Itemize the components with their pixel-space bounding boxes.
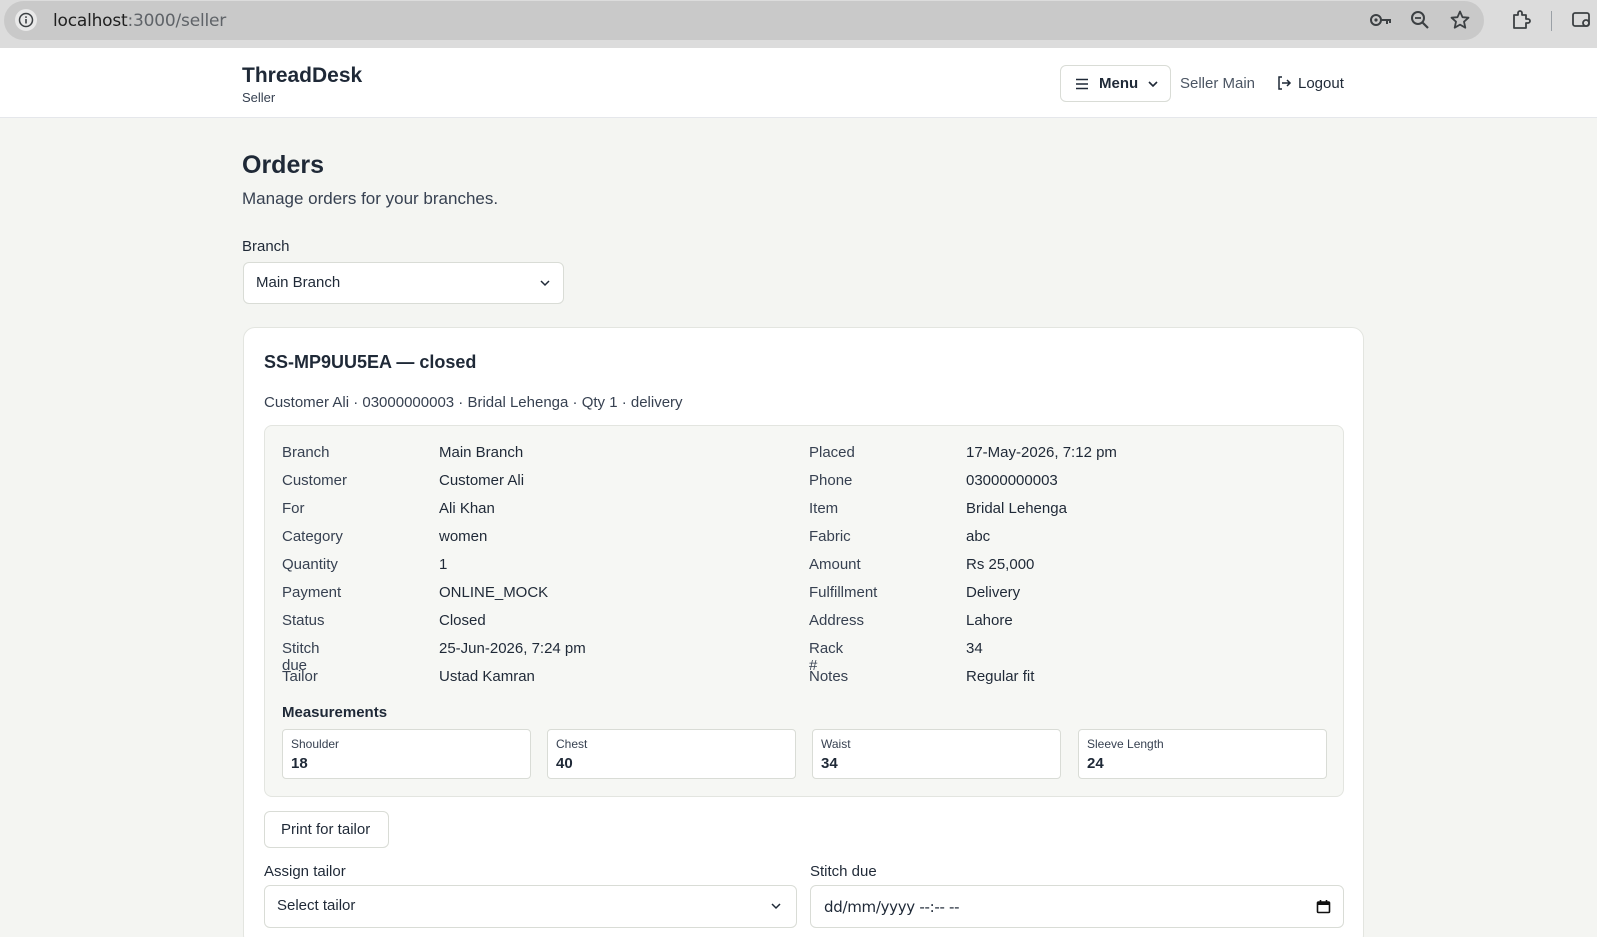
measurement-value: 34 <box>821 755 838 772</box>
brand-title: ThreadDesk <box>242 64 363 87</box>
detail-label: Address <box>809 612 865 629</box>
page-title: Orders <box>242 151 324 179</box>
detail-label: Quantity <box>282 556 338 573</box>
detail-label: Branch <box>282 444 330 461</box>
detail-value: Main Branch <box>439 444 524 461</box>
assign-tailor-value: Select tailor <box>277 897 356 914</box>
tab-search-icon[interactable] <box>1571 9 1593 31</box>
menu-label: Menu <box>1099 75 1139 92</box>
measurement-label: Shoulder <box>291 737 340 751</box>
site-info-icon[interactable] <box>15 9 37 31</box>
detail-label: For <box>282 500 305 517</box>
toolbar-divider <box>1551 11 1552 31</box>
detail-label: Category <box>282 528 343 545</box>
stitch-due-input[interactable]: dd/mm/yyyy --:-- -- <box>810 885 1344 928</box>
detail-label: Amount <box>809 556 861 573</box>
detail-value: Ustad Kamran <box>439 668 535 685</box>
order-summary: Customer Ali · 03000000003 · Bridal Lehe… <box>264 394 683 411</box>
measurement-value: 18 <box>291 755 308 772</box>
detail-value: Regular fit <box>966 668 1035 685</box>
order-details-panel: Branch Main Branch Customer Customer Ali F… <box>264 425 1344 797</box>
bookmark-star-icon[interactable] <box>1449 9 1471 31</box>
app-header: ThreadDesk Seller Menu Seller Main Logou… <box>0 48 1597 118</box>
detail-value: Ali Khan <box>439 500 495 517</box>
chevron-down-icon <box>1148 81 1158 88</box>
detail-value: Rs 25,000 <box>966 556 1035 573</box>
detail-value: 1 <box>439 556 448 573</box>
key-icon[interactable] <box>1369 9 1391 31</box>
detail-value: abc <box>966 528 991 545</box>
menu-button[interactable]: Menu <box>1060 65 1171 102</box>
measurement-sleeve-length: Sleeve Length 24 <box>1078 729 1327 779</box>
detail-value: 03000000003 <box>966 472 1058 489</box>
detail-value: 17-May-2026, 7:12 pm <box>966 444 1117 461</box>
chevron-down-icon <box>540 280 550 287</box>
detail-value: women <box>439 528 488 545</box>
branch-label: Branch <box>242 238 290 255</box>
measurement-value: 40 <box>556 755 573 772</box>
brand-subtitle: Seller <box>242 90 276 105</box>
chevron-down-icon <box>771 903 781 910</box>
detail-label: Notes <box>809 668 849 685</box>
calendar-icon[interactable] <box>1316 899 1331 914</box>
stitch-due-value: dd/mm/yyyy --:-- -- <box>824 898 960 916</box>
detail-label: Fulfillment <box>809 584 878 601</box>
detail-value: Delivery <box>966 584 1021 601</box>
detail-value: Bridal Lehenga <box>966 500 1067 517</box>
measurement-shoulder: Shoulder 18 <box>282 729 531 779</box>
zoom-icon[interactable] <box>1409 9 1431 31</box>
detail-label: Phone <box>809 472 853 489</box>
measurement-waist: Waist 34 <box>812 729 1061 779</box>
branch-select-value: Main Branch <box>256 274 341 291</box>
measurement-label: Chest <box>556 737 588 751</box>
page-subtitle: Manage orders for your branches. <box>242 189 499 208</box>
detail-label: Item <box>809 500 839 517</box>
url-text: localhost:3000/seller <box>53 11 227 31</box>
detail-value: ONLINE_MOCK <box>439 584 549 601</box>
detail-label: Fabric <box>809 528 851 545</box>
seller-main-link[interactable]: Seller Main <box>1180 75 1255 92</box>
address-bar[interactable]: localhost:3000/seller <box>4 1 1484 40</box>
print-for-tailor-button[interactable]: Print for tailor <box>264 811 389 848</box>
detail-value: 25-Jun-2026, 7:24 pm <box>439 640 586 657</box>
print-button-label: Print for tailor <box>281 821 371 838</box>
detail-label: Customer <box>282 472 348 489</box>
hamburger-icon <box>1076 78 1088 90</box>
order-title: SS-MP9UU5EA — closed <box>264 352 477 372</box>
measurement-chest: Chest 40 <box>547 729 796 779</box>
detail-label: Status <box>282 612 325 629</box>
measurement-value: 24 <box>1087 755 1104 772</box>
browser-toolbar: localhost:3000/seller <box>0 0 1597 48</box>
stitch-due-label: Stitch due <box>810 863 877 880</box>
assign-tailor-label: Assign tailor <box>264 863 346 880</box>
detail-value: Closed <box>439 612 486 629</box>
measurements-title: Measurements <box>282 704 388 721</box>
detail-label: Payment <box>282 584 342 601</box>
logout-label: Logout <box>1298 75 1344 92</box>
detail-label: Placed <box>809 444 855 461</box>
measurement-label: Waist <box>821 737 851 751</box>
detail-label: Tailor <box>282 668 318 685</box>
assign-tailor-select[interactable]: Select tailor <box>264 885 797 928</box>
order-card: SS-MP9UU5EA — closed Customer Ali · 0300… <box>243 327 1364 937</box>
measurement-label: Sleeve Length <box>1087 737 1164 751</box>
extensions-icon[interactable] <box>1510 9 1532 31</box>
logout-icon <box>1278 76 1292 90</box>
detail-value: Lahore <box>966 612 1013 629</box>
branch-select[interactable]: Main Branch <box>243 262 564 304</box>
detail-value: 34 <box>966 640 983 657</box>
detail-value: Customer Ali <box>439 472 525 489</box>
